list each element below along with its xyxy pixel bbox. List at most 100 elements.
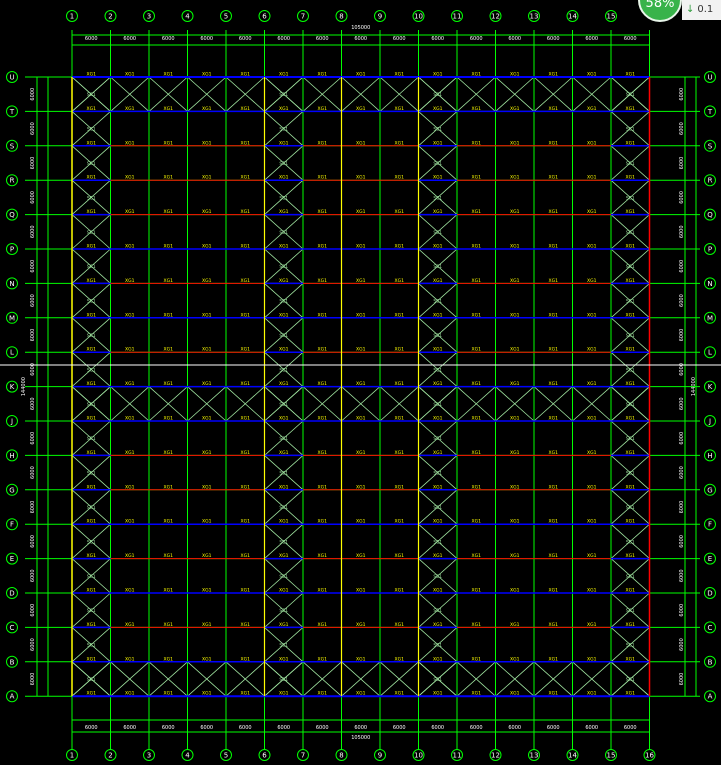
member-tag: XG1 <box>125 278 135 284</box>
member-tag: XG1 <box>587 691 597 697</box>
brace-tag: SC1 <box>626 505 635 511</box>
member-tag: XG1 <box>318 519 328 525</box>
brace-tag: SC1 <box>279 505 288 511</box>
row-spacing-label-right: 6000 <box>679 157 685 170</box>
brace-tag: SC1 <box>279 367 288 373</box>
member-tag: XG1 <box>241 450 251 456</box>
member-tag: XG1 <box>626 278 636 284</box>
member-tag: XG1 <box>202 553 212 559</box>
member-tag: XG1 <box>87 244 97 250</box>
member-tag: XG1 <box>510 691 520 697</box>
row-bubble-left-S: S <box>10 142 15 150</box>
member-tag: XG1 <box>356 519 366 525</box>
brace-tag: SC1 <box>279 402 288 408</box>
member-tag: XG1 <box>433 553 443 559</box>
row-spacing-label-right: 6000 <box>679 225 685 238</box>
member-tag: XG1 <box>433 175 443 181</box>
member-tag: XG1 <box>395 175 405 181</box>
member-tag: XG1 <box>241 209 251 215</box>
member-tag: XG1 <box>626 106 636 112</box>
span-label-top: 6000 <box>316 36 329 42</box>
brace-tag: SC1 <box>279 677 288 683</box>
span-label-bottom: 6000 <box>277 725 290 731</box>
brace-tag: SC1 <box>433 402 442 408</box>
member-tag: XG1 <box>318 72 328 78</box>
brace-tag: SC1 <box>279 161 288 167</box>
member-tag: XG1 <box>472 244 482 250</box>
span-label-bottom: 6000 <box>316 725 329 731</box>
span-label-bottom: 6000 <box>431 725 444 731</box>
brace-tag: SC1 <box>87 161 96 167</box>
row-spacing-label-right: 6000 <box>679 397 685 410</box>
row-spacing-label-left: 6000 <box>30 260 36 273</box>
row-bubble-left-N: N <box>9 280 14 288</box>
steel-frame-plan-drawing[interactable]: 6000 6000 6000 6000 6000 6000 6000 6000 6000 6000… <box>0 0 721 765</box>
member-tag: XG1 <box>587 312 597 318</box>
member-tag: XG1 <box>510 656 520 662</box>
member-tag: XG1 <box>587 553 597 559</box>
download-speed-widget[interactable]: ↓ 0.1 <box>682 0 721 20</box>
row-spacing-label-left: 6000 <box>30 397 36 410</box>
member-tag: XG1 <box>202 381 212 387</box>
member-tag: XG1 <box>626 519 636 525</box>
progress-percent: 58% <box>645 0 675 11</box>
row-bubble-left-B: B <box>10 658 15 666</box>
member-tag: XG1 <box>395 484 405 490</box>
row-bubble-right-U: U <box>707 74 712 82</box>
member-tag: XG1 <box>626 347 636 353</box>
row-bubble-left-L: L <box>10 349 14 357</box>
member-tag: XG1 <box>472 72 482 78</box>
member-tag: XG1 <box>279 656 289 662</box>
member-tag: XG1 <box>626 484 636 490</box>
member-tag: XG1 <box>125 312 135 318</box>
row-bubble-right-M: M <box>707 314 713 322</box>
member-tag: XG1 <box>356 347 366 353</box>
brace-tag: SC1 <box>87 471 96 477</box>
member-tag: XG1 <box>626 209 636 215</box>
member-tag: XG1 <box>164 140 174 146</box>
member-tag: XG1 <box>202 519 212 525</box>
member-tag: XG1 <box>510 519 520 525</box>
row-bubble-right-B: B <box>708 658 713 666</box>
member-tag: XG1 <box>626 588 636 594</box>
row-bubble-right-N: N <box>707 280 712 288</box>
brace-tag: SC1 <box>626 402 635 408</box>
member-tag: XG1 <box>125 347 135 353</box>
span-label-bottom: 6000 <box>393 725 406 731</box>
member-tag: XG1 <box>202 588 212 594</box>
member-tag: XG1 <box>395 72 405 78</box>
member-tag: XG1 <box>433 209 443 215</box>
member-tag: XG1 <box>626 450 636 456</box>
row-spacing-label-left: 6000 <box>30 294 36 307</box>
member-tag: XG1 <box>318 175 328 181</box>
row-bubble-left-P: P <box>10 246 14 254</box>
member-tag: XG1 <box>395 244 405 250</box>
span-label-top: 6000 <box>624 36 637 42</box>
member-tag: XG1 <box>318 209 328 215</box>
column-bubble-top-4: 4 <box>185 13 190 21</box>
row-bubble-left-G: G <box>9 486 14 494</box>
member-tag: XG1 <box>356 484 366 490</box>
member-tag: XG1 <box>356 244 366 250</box>
member-tag: XG1 <box>395 209 405 215</box>
member-tag: XG1 <box>202 244 212 250</box>
member-tag: XG1 <box>318 450 328 456</box>
span-label-bottom: 6000 <box>585 725 598 731</box>
brace-tag: SC1 <box>279 230 288 236</box>
member-tag: XG1 <box>395 381 405 387</box>
member-tag: XG1 <box>626 691 636 697</box>
member-tag: XG1 <box>241 622 251 628</box>
brace-tag: SC1 <box>626 299 635 305</box>
column-bubble-top-8: 8 <box>339 13 343 21</box>
member-tag: XG1 <box>433 656 443 662</box>
member-tag: XG1 <box>510 72 520 78</box>
brace-tag: SC1 <box>279 333 288 339</box>
member-tag: XG1 <box>356 209 366 215</box>
member-tag: XG1 <box>626 244 636 250</box>
member-tag: XG1 <box>279 244 289 250</box>
member-tag: XG1 <box>87 72 97 78</box>
member-tag: XG1 <box>549 106 559 112</box>
member-tag: XG1 <box>241 519 251 525</box>
member-tag: XG1 <box>202 450 212 456</box>
member-tag: XG1 <box>510 106 520 112</box>
